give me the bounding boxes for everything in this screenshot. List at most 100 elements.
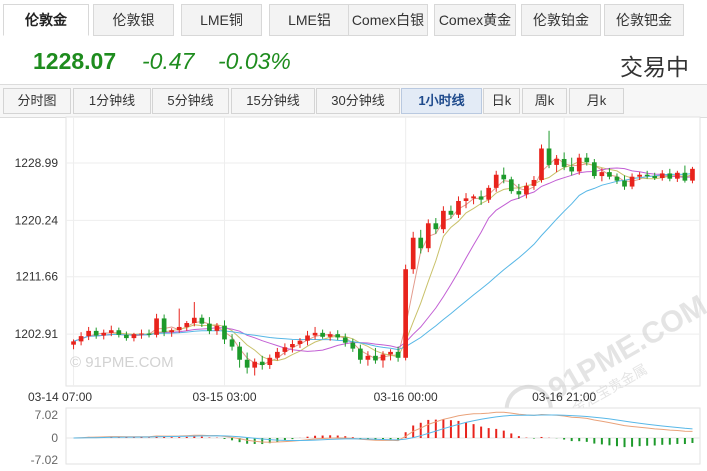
candle-body: [335, 334, 341, 338]
candle-body: [350, 342, 356, 349]
candle-body: [358, 348, 363, 360]
candle-body: [539, 148, 544, 180]
candle-body: [146, 333, 152, 335]
candle-body: [607, 172, 612, 177]
candle-body: [365, 355, 371, 360]
candle-body: [584, 157, 590, 163]
candle-body: [418, 237, 424, 249]
candle-body: [252, 361, 258, 368]
candle-body: [320, 332, 325, 337]
candle-body: [229, 339, 235, 347]
candle-body: [508, 179, 514, 192]
y-tick-label: 1211.66: [16, 270, 59, 284]
candle-body: [614, 176, 620, 181]
candle-body: [373, 355, 378, 361]
candle-body: [108, 330, 114, 333]
macd-label-bottom: -7.02: [31, 453, 59, 467]
candle-body: [554, 158, 559, 165]
candle-body: [71, 341, 76, 345]
candle-body: [282, 347, 288, 352]
candle-body: [237, 346, 242, 360]
candle-body: [501, 174, 507, 180]
candle-body: [222, 325, 227, 340]
candle-body: [380, 354, 386, 361]
candle-body: [86, 330, 91, 337]
candle-body: [425, 223, 431, 249]
candle-body: [652, 176, 658, 179]
candle-body: [395, 351, 401, 358]
candlestick-chart: © 91PME.COM 91PME.COM 金汇宝贵金属 1228.991220…: [15, 116, 707, 467]
candle-body: [546, 148, 552, 165]
candle-body: [78, 336, 84, 342]
y-tick-label: 1220.24: [15, 213, 59, 227]
candle-body: [667, 173, 673, 179]
candle-body: [342, 337, 348, 343]
candle-body: [433, 223, 439, 230]
candle-body: [154, 318, 159, 335]
candle-body: [207, 323, 212, 331]
candle-body: [478, 196, 484, 200]
candle-body: [274, 351, 280, 358]
candle-body: [516, 191, 522, 195]
candle-body: [93, 330, 99, 336]
candle-body: [622, 180, 627, 187]
candle: [539, 144, 544, 183]
candle-body: [214, 325, 220, 331]
x-tick-label: 03-16 00:00: [374, 390, 438, 404]
macd-label-zero: 0: [51, 431, 58, 445]
candle-body: [569, 166, 575, 172]
candle-body: [139, 333, 144, 335]
candle-body: [327, 334, 333, 337]
candle-body: [116, 330, 122, 335]
candle-body: [244, 359, 250, 368]
candle-body: [637, 174, 642, 177]
x-tick-label: 03-14 07:00: [28, 390, 92, 404]
candle-body: [124, 334, 129, 339]
candle-body: [591, 162, 597, 177]
y-tick-label: 1202.91: [15, 327, 59, 341]
candle-body: [267, 357, 273, 366]
y-axis: 1228.99 1220.24 1211.66 1202.91: [15, 156, 59, 341]
candle-body: [297, 340, 303, 345]
candle-body: [176, 326, 182, 331]
candle: [425, 219, 431, 253]
candle: [403, 264, 408, 361]
candle-body: [448, 210, 454, 215]
candle-body: [561, 158, 567, 167]
candle-body: [659, 173, 665, 179]
candle-body: [305, 335, 310, 341]
candle-body: [493, 174, 499, 188]
candle-body: [169, 330, 175, 333]
x-tick-label: 03-16 21:00: [532, 390, 596, 404]
candle-body: [403, 269, 408, 358]
candle-body: [456, 200, 461, 215]
candle-body: [675, 172, 680, 179]
candle-body: [199, 317, 205, 324]
candle-body: [441, 210, 446, 230]
candle-body: [184, 323, 190, 327]
candle-body: [388, 351, 393, 355]
y-tick-label: 1228.99: [15, 156, 59, 170]
candle-body: [161, 318, 167, 333]
candle-body: [463, 198, 469, 201]
candle-body: [644, 174, 650, 177]
candle-body: [410, 237, 416, 270]
candle-body: [576, 157, 582, 172]
candle-body: [131, 334, 137, 339]
candle-body: [682, 172, 688, 181]
candle-body: [101, 332, 107, 336]
candle-body: [312, 332, 318, 336]
candle: [410, 231, 416, 274]
candle-body: [599, 172, 605, 177]
candle-body: [191, 317, 197, 324]
candle-body: [471, 196, 476, 199]
watermark-left: © 91PME.COM: [70, 354, 174, 371]
candle-body: [524, 185, 529, 195]
candle-body: [486, 187, 492, 200]
macd-label-top: 7.02: [35, 408, 59, 422]
candle-body: [290, 344, 295, 348]
x-tick-label: 03-15 03:00: [192, 390, 256, 404]
candle-body: [531, 179, 537, 186]
candle-body: [259, 361, 265, 366]
candle-body: [690, 168, 695, 181]
